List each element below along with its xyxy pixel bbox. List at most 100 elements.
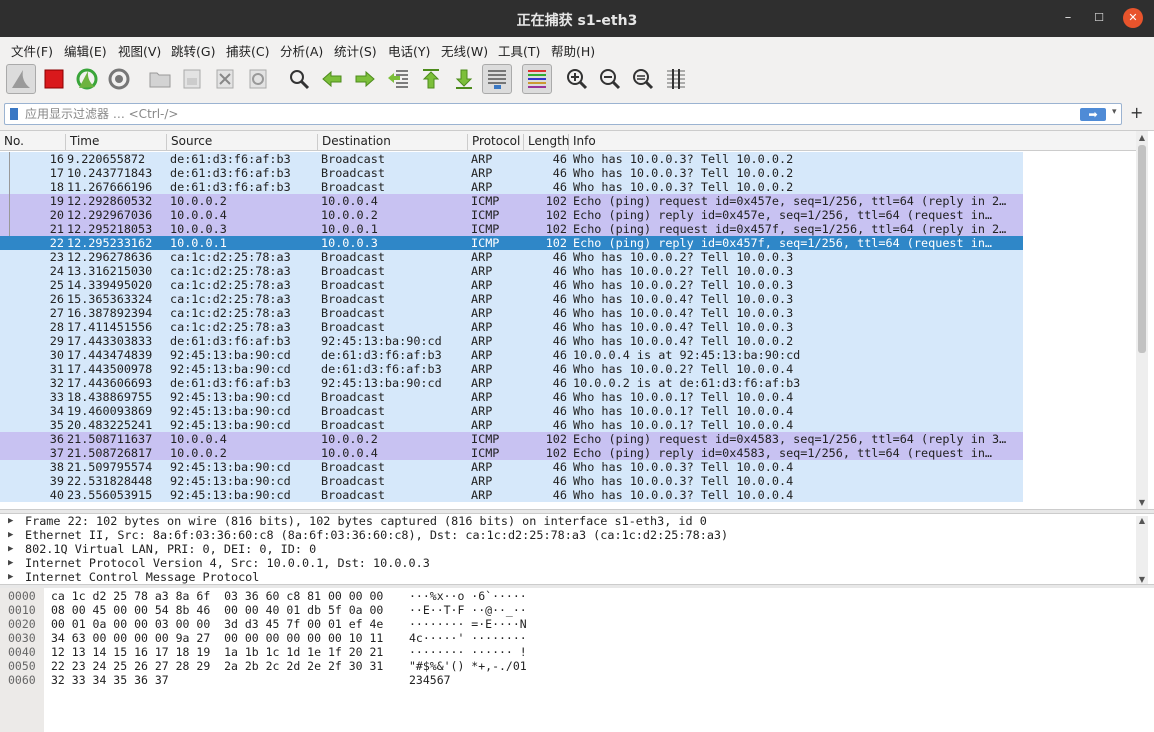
packet-row[interactable]: 26 15.365363324 ca:1c:d2:25:78:a3 Broadcast… — [0, 292, 1023, 306]
packet-row[interactable]: 40 23.556053915 92:45:13:ba:90:cd Broadcast… — [0, 488, 1023, 502]
restart-capture-button[interactable] — [72, 64, 102, 94]
cell-src: de:61:d3:f6:af:b3 — [170, 376, 291, 390]
go-back-button[interactable] — [317, 64, 347, 94]
column-length[interactable]: Length — [524, 134, 569, 150]
packet-row[interactable]: 19 12.292860532 10.0.0.2 10.0.0.4 ICMP 102 Ech… — [0, 194, 1023, 208]
packet-row[interactable]: 20 12.292967036 10.0.0.4 10.0.0.2 ICMP 102 Ech… — [0, 208, 1023, 222]
expand-icon[interactable]: ▶ — [8, 570, 13, 584]
start-capture-button[interactable] — [6, 64, 36, 94]
zoom-reset-icon — [633, 69, 654, 90]
resize-columns-button[interactable] — [661, 64, 691, 94]
packet-row[interactable]: 28 17.411451556 ca:1c:d2:25:78:a3 Broadcast… — [0, 320, 1023, 334]
menu-analyze[interactable]: 分析(A) — [280, 41, 323, 60]
column-time[interactable]: Time — [66, 134, 167, 150]
bookmark-icon[interactable] — [10, 108, 18, 120]
menu-view[interactable]: 视图(V) — [118, 41, 161, 60]
detail-vlan[interactable]: ▶ 802.1Q Virtual LAN, PRI: 0, DEI: 0, ID:… — [0, 542, 1154, 556]
cell-proto: ARP — [471, 278, 493, 292]
column-destination[interactable]: Destination — [318, 134, 468, 150]
column-protocol[interactable]: Protocol — [468, 134, 524, 150]
expand-icon[interactable]: ▶ — [8, 556, 13, 570]
reload-file-button[interactable] — [243, 64, 273, 94]
detail-frame[interactable]: ▶ Frame 22: 102 bytes on wire (816 bits),… — [0, 514, 1154, 528]
detail-ethernet[interactable]: ▶ Ethernet II, Src: 8a:6f:03:36:60:c8 (8a… — [0, 528, 1154, 542]
packet-row[interactable]: 32 17.443606693 de:61:d3:f6:af:b3 92:45:13:… — [0, 376, 1023, 390]
colorize-button[interactable] — [522, 64, 552, 94]
stop-capture-button[interactable] — [39, 64, 69, 94]
packet-row[interactable]: 31 17.443500978 92:45:13:ba:90:cd de:61:d3:… — [0, 362, 1023, 376]
go-forward-button[interactable] — [350, 64, 380, 94]
packet-row[interactable]: 30 17.443474839 92:45:13:ba:90:cd de:61:d3:… — [0, 348, 1023, 362]
packet-row[interactable]: 36 21.508711637 10.0.0.4 10.0.0.2 ICMP 102 Ech… — [0, 432, 1023, 446]
save-file-button[interactable] — [177, 64, 207, 94]
open-file-button[interactable] — [145, 64, 175, 94]
minimize-button[interactable]: – — [1058, 8, 1078, 28]
packet-row[interactable]: 39 22.531828448 92:45:13:ba:90:cd Broadcast… — [0, 474, 1023, 488]
packet-row[interactable]: 35 20.483225241 92:45:13:ba:90:cd Broadcast… — [0, 418, 1023, 432]
scroll-up-icon[interactable]: ▲ — [1136, 516, 1148, 525]
packet-list-scrollbar[interactable]: ▲ ▼ — [1136, 131, 1148, 509]
scroll-down-icon[interactable]: ▼ — [1136, 575, 1148, 584]
packet-row[interactable]: 25 14.339495020 ca:1c:d2:25:78:a3 Broadcast… — [0, 278, 1023, 292]
packet-row[interactable]: 17 10.243771843 de:61:d3:f6:af:b3 Broadcast… — [0, 166, 1023, 180]
expand-icon[interactable]: ▶ — [8, 514, 13, 528]
packet-row[interactable]: 34 19.460093869 92:45:13:ba:90:cd Broadcast… — [0, 404, 1023, 418]
zoom-out-button[interactable] — [595, 64, 625, 94]
cell-src: ca:1c:d2:25:78:a3 — [170, 264, 291, 278]
detail-ipv4[interactable]: ▶ Internet Protocol Version 4, Src: 10.0.… — [0, 556, 1154, 570]
column-source[interactable]: Source — [167, 134, 318, 150]
display-filter-input[interactable] — [25, 106, 1075, 122]
expand-icon[interactable]: ▶ — [8, 542, 13, 556]
packet-row[interactable]: 16 9.220655872 de:61:d3:f6:af:b3 Broadcast A… — [0, 152, 1023, 166]
cell-time: 12.292860532 — [67, 194, 153, 208]
menu-file[interactable]: 文件(F) — [11, 41, 53, 60]
packet-row[interactable]: 22 12.295233162 10.0.0.1 10.0.0.3 ICMP 102 Ech… — [0, 236, 1023, 250]
menu-telephony[interactable]: 电话(Y) — [388, 41, 430, 60]
packet-row[interactable]: 24 13.316215030 ca:1c:d2:25:78:a3 Broadcast… — [0, 264, 1023, 278]
scroll-up-icon[interactable]: ▲ — [1136, 133, 1148, 142]
menu-tools[interactable]: 工具(T) — [498, 41, 540, 60]
cell-len: 102 — [545, 446, 567, 460]
filter-dropdown-icon[interactable]: ▾ — [1112, 107, 1117, 117]
packet-row[interactable]: 29 17.443303833 de:61:d3:f6:af:b3 92:45:13:… — [0, 334, 1023, 348]
scroll-down-icon[interactable]: ▼ — [1136, 498, 1148, 507]
menu-help[interactable]: 帮助(H) — [551, 41, 595, 60]
auto-scroll-button[interactable] — [482, 64, 512, 94]
column-info[interactable]: Info — [569, 134, 1024, 150]
last-packet-button[interactable] — [449, 64, 479, 94]
apply-filter-button[interactable]: ➡ — [1080, 108, 1106, 121]
packet-list-header: No. Time Source Destination Protocol Len… — [0, 131, 1136, 151]
packet-row[interactable]: 33 18.438869755 92:45:13:ba:90:cd Broadcast… — [0, 390, 1023, 404]
packet-row[interactable]: 37 21.508726817 10.0.0.2 10.0.0.4 ICMP 102 Ech… — [0, 446, 1023, 460]
menu-statistics[interactable]: 统计(S) — [334, 41, 377, 60]
packet-row[interactable]: 21 12.295218053 10.0.0.3 10.0.0.1 ICMP 102 Ech… — [0, 222, 1023, 236]
column-no[interactable]: No. — [0, 134, 66, 150]
zoom-in-button[interactable] — [562, 64, 592, 94]
menu-capture[interactable]: 捕获(C) — [226, 41, 269, 60]
capture-options-button[interactable] — [104, 64, 134, 94]
packet-row[interactable]: 27 16.387892394 ca:1c:d2:25:78:a3 Broadcast… — [0, 306, 1023, 320]
detail-icmp[interactable]: ▶ Internet Control Message Protocol — [0, 570, 1154, 584]
expand-icon[interactable]: ▶ — [8, 528, 13, 542]
close-button[interactable]: ✕ — [1123, 8, 1143, 28]
cell-time: 21.508726817 — [67, 446, 153, 460]
packet-row[interactable]: 23 12.296278636 ca:1c:d2:25:78:a3 Broadcast… — [0, 250, 1023, 264]
add-filter-button[interactable]: + — [1130, 103, 1143, 122]
arrow-right-icon — [355, 70, 375, 88]
find-packet-button[interactable] — [284, 64, 314, 94]
menu-edit[interactable]: 编辑(E) — [64, 41, 107, 60]
menu-wireless[interactable]: 无线(W) — [441, 41, 488, 60]
scroll-thumb[interactable] — [1138, 145, 1146, 353]
go-to-packet-button[interactable] — [383, 64, 413, 94]
cell-proto: ARP — [471, 418, 493, 432]
menu-go[interactable]: 跳转(G) — [171, 41, 215, 60]
packet-row[interactable]: 38 21.509795574 92:45:13:ba:90:cd Broadcast… — [0, 460, 1023, 474]
details-scrollbar[interactable]: ▲ ▼ — [1136, 516, 1148, 584]
maximize-button[interactable]: ☐ — [1089, 8, 1109, 28]
packet-row[interactable]: 18 11.267666196 de:61:d3:f6:af:b3 Broadcast… — [0, 180, 1023, 194]
close-file-button[interactable] — [210, 64, 240, 94]
cell-time: 17.411451556 — [67, 320, 153, 334]
normal-size-button[interactable] — [628, 64, 658, 94]
cell-len: 46 — [552, 348, 567, 362]
first-packet-button[interactable] — [416, 64, 446, 94]
